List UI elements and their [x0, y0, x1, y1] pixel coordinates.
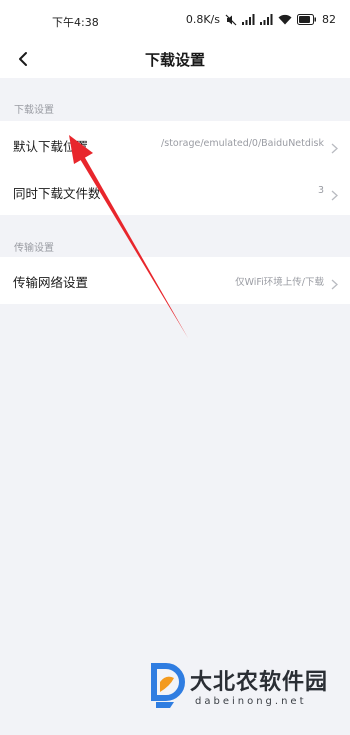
wifi-icon [278, 14, 292, 25]
top-app-bar: 下载设置 [0, 40, 350, 78]
concurrent-downloads-row[interactable]: 同时下载文件数 3 [0, 168, 350, 215]
chevron-right-icon [331, 139, 338, 154]
watermark-title: 大北农软件园 [190, 669, 329, 695]
transfer-network-row[interactable]: 传输网络设置 仅WiFi环境上传/下载 [0, 257, 350, 304]
section-title-download: 下载设置 [14, 105, 54, 116]
row-label: 传输网络设置 [13, 275, 89, 290]
status-time: 下午4:38 [52, 16, 99, 29]
page-title: 下载设置 [144, 51, 205, 69]
watermark: 大北农软件园 dabeinong.net [150, 662, 340, 722]
row-label: 同时下载文件数 [13, 186, 101, 201]
watermark-url: dabeinong.net [195, 696, 307, 707]
chevron-right-icon [331, 186, 338, 201]
row-value: 3 [317, 185, 324, 196]
battery-icon [297, 14, 317, 25]
section-title-transfer: 传输设置 [14, 243, 54, 254]
chevron-right-icon [331, 275, 338, 290]
signal-icon [242, 14, 255, 25]
status-bar: 下午4:38 0.8K/s 82 [0, 0, 350, 40]
watermark-logo-icon [151, 663, 185, 708]
row-value: 仅WiFi环境上传/下载 [235, 277, 324, 288]
battery-level: 82 [322, 13, 336, 26]
signal-icon-2 [260, 14, 273, 25]
default-download-location-row[interactable]: 默认下载位置 /storage/emulated/0/BaiduNetdisk [0, 121, 350, 168]
net-speed: 0.8K/s [185, 13, 220, 26]
row-value: /storage/emulated/0/BaiduNetdisk [161, 138, 324, 149]
status-icons: 0.8K/s 82 [186, 13, 336, 26]
row-label: 默认下载位置 [13, 139, 89, 154]
mute-icon [225, 14, 237, 26]
